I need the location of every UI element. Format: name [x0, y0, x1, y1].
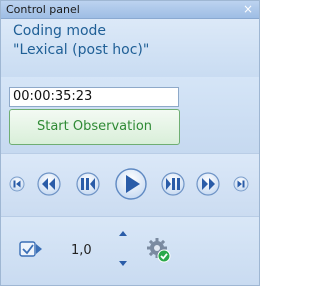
play-icon[interactable]: [115, 168, 147, 200]
step-back-icon[interactable]: [76, 172, 100, 196]
playback-speed-value: 1,0: [71, 243, 92, 258]
step-forward-icon[interactable]: [161, 172, 185, 196]
speed-section: 1,0: [1, 217, 259, 285]
close-icon[interactable]: ×: [242, 1, 254, 17]
fast-rewind-icon[interactable]: [37, 172, 61, 196]
start-observation-button[interactable]: Start Observation: [9, 109, 180, 145]
coding-mode-label: Coding mode: [13, 23, 107, 39]
settings-gear-icon[interactable]: [146, 237, 172, 263]
speed-up-arrow-icon[interactable]: [117, 229, 129, 239]
title-bar: Control panel ×: [1, 1, 259, 19]
transport-controls: [1, 154, 259, 216]
transport-svg: [9, 168, 249, 200]
timer-field[interactable]: 00:00:35:23: [9, 87, 179, 107]
coding-mode-value: "Lexical (post hoc)": [13, 42, 150, 58]
window-title: Control panel: [6, 3, 80, 16]
check-observation-icon[interactable]: [19, 239, 43, 261]
coding-mode-section: Coding mode "Lexical (post hoc)": [1, 19, 259, 77]
fast-forward-icon[interactable]: [196, 172, 220, 196]
skip-to-end-icon[interactable]: [233, 176, 249, 192]
speed-down-arrow-icon[interactable]: [117, 258, 129, 268]
control-panel: Control panel × Coding mode "Lexical (po…: [0, 0, 260, 286]
observation-section: 00:00:35:23 Start Observation: [1, 77, 259, 153]
skip-to-start-icon[interactable]: [9, 176, 25, 192]
